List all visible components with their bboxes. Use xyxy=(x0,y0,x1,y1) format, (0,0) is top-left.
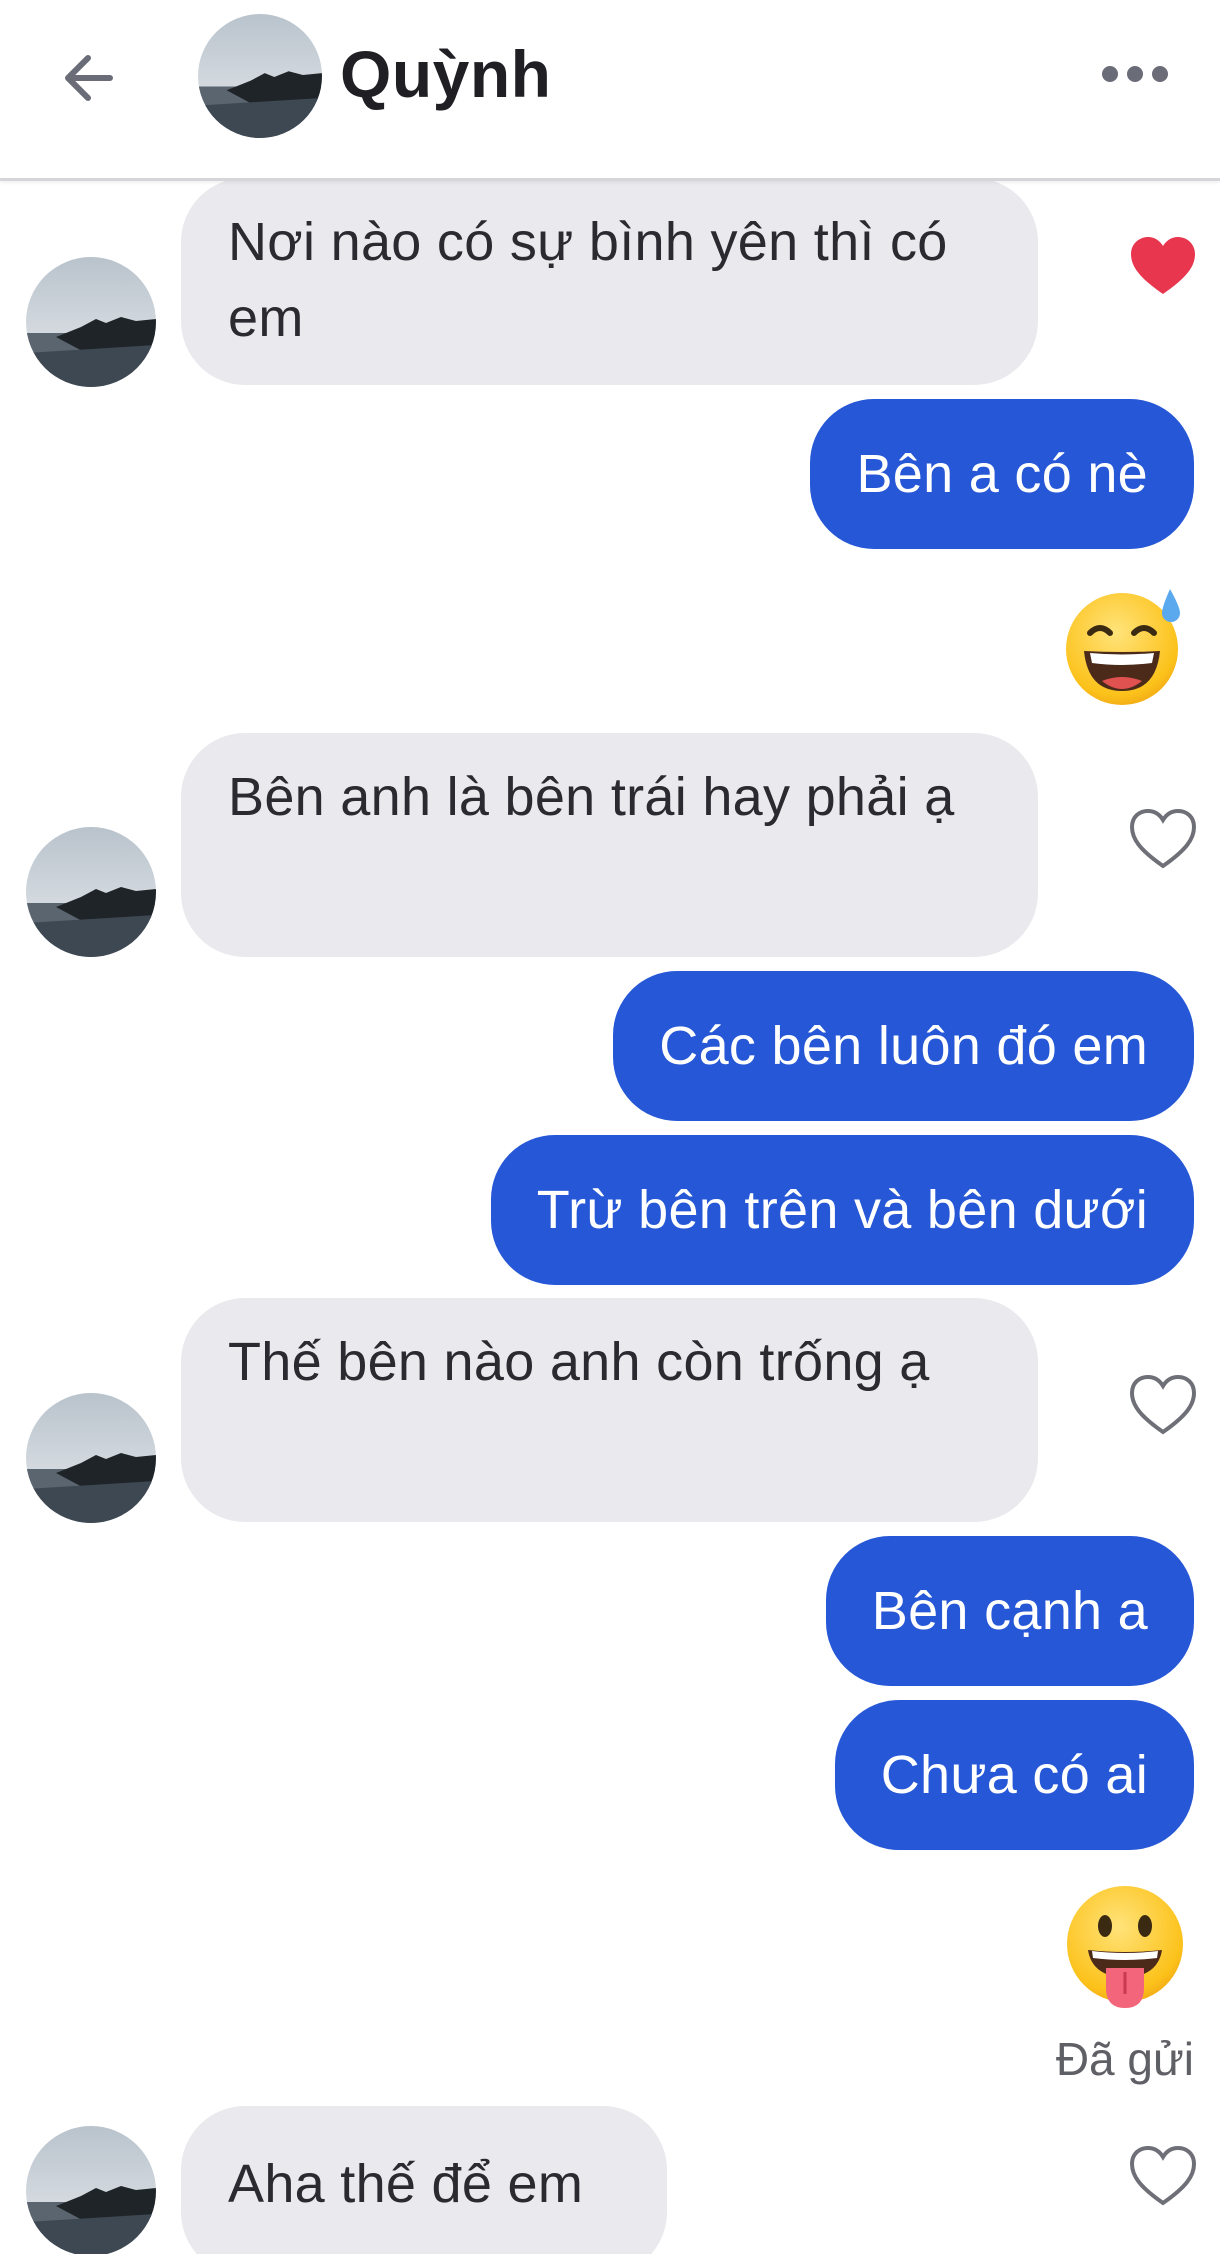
more-options-button[interactable] xyxy=(1090,44,1180,104)
header-avatar[interactable] xyxy=(198,14,322,138)
heart-liked-icon[interactable] xyxy=(1128,234,1198,298)
face-with-tongue-icon[interactable] xyxy=(1062,1884,1188,2010)
avatar-photo xyxy=(26,257,156,387)
avatar-photo xyxy=(26,1393,156,1523)
contact-name[interactable]: Quỳnh xyxy=(340,36,552,112)
incoming-message-bubble[interactable]: Aha thế để em xyxy=(181,2106,667,2254)
incoming-message-bubble[interactable]: Bên anh là bên trái hay phải ạ xyxy=(181,733,1038,957)
contact-avatar[interactable] xyxy=(26,257,156,387)
outgoing-message-bubble[interactable]: Chưa có ai xyxy=(834,1700,1194,1850)
contact-avatar[interactable] xyxy=(26,2126,156,2254)
message-text: Nơi nào có sự bình yên thì có em xyxy=(228,212,948,348)
message-text: Bên a có nè xyxy=(856,444,1148,504)
back-button[interactable] xyxy=(50,38,130,118)
sent-status-label: Đã gửi xyxy=(1055,2033,1194,2085)
contact-avatar[interactable] xyxy=(26,827,156,957)
heart-outline-icon[interactable] xyxy=(1128,807,1198,871)
heart-outline-icon[interactable] xyxy=(1128,2144,1198,2208)
contact-avatar[interactable] xyxy=(26,1393,156,1523)
grinning-face-with-sweat-icon[interactable] xyxy=(1062,583,1188,709)
avatar-photo xyxy=(198,14,322,138)
message-text: Thế bên nào anh còn trống ạ xyxy=(228,1332,930,1392)
message-text: Aha thế để em xyxy=(228,2154,584,2214)
avatar-photo xyxy=(26,827,156,957)
message-text: Bên anh là bên trái hay phải ạ xyxy=(228,767,955,827)
chat-screen: Nơi nào có sự bình yên thì có em Bên a c… xyxy=(0,0,1220,2254)
avatar-photo xyxy=(26,2126,156,2254)
message-text: Trừ bên trên và bên dưới xyxy=(536,1180,1148,1240)
message-text: Chưa có ai xyxy=(880,1745,1148,1805)
message-text: Bên cạnh a xyxy=(871,1581,1148,1641)
outgoing-message-bubble[interactable]: Trừ bên trên và bên dưới xyxy=(490,1135,1194,1285)
outgoing-message-bubble[interactable]: Bên a có nè xyxy=(810,399,1194,549)
chat-header: Quỳnh xyxy=(0,0,1220,181)
outgoing-message-bubble[interactable]: Các bên luôn đó em xyxy=(613,971,1194,1121)
heart-outline-icon[interactable] xyxy=(1128,1373,1198,1437)
arrow-left-icon xyxy=(65,55,113,101)
outgoing-message-bubble[interactable]: Bên cạnh a xyxy=(825,1536,1194,1686)
incoming-message-bubble[interactable]: Nơi nào có sự bình yên thì có em xyxy=(181,178,1038,385)
ellipsis-icon xyxy=(1102,66,1168,82)
message-text: Các bên luôn đó em xyxy=(659,1016,1148,1076)
incoming-message-bubble[interactable]: Thế bên nào anh còn trống ạ xyxy=(181,1298,1038,1522)
